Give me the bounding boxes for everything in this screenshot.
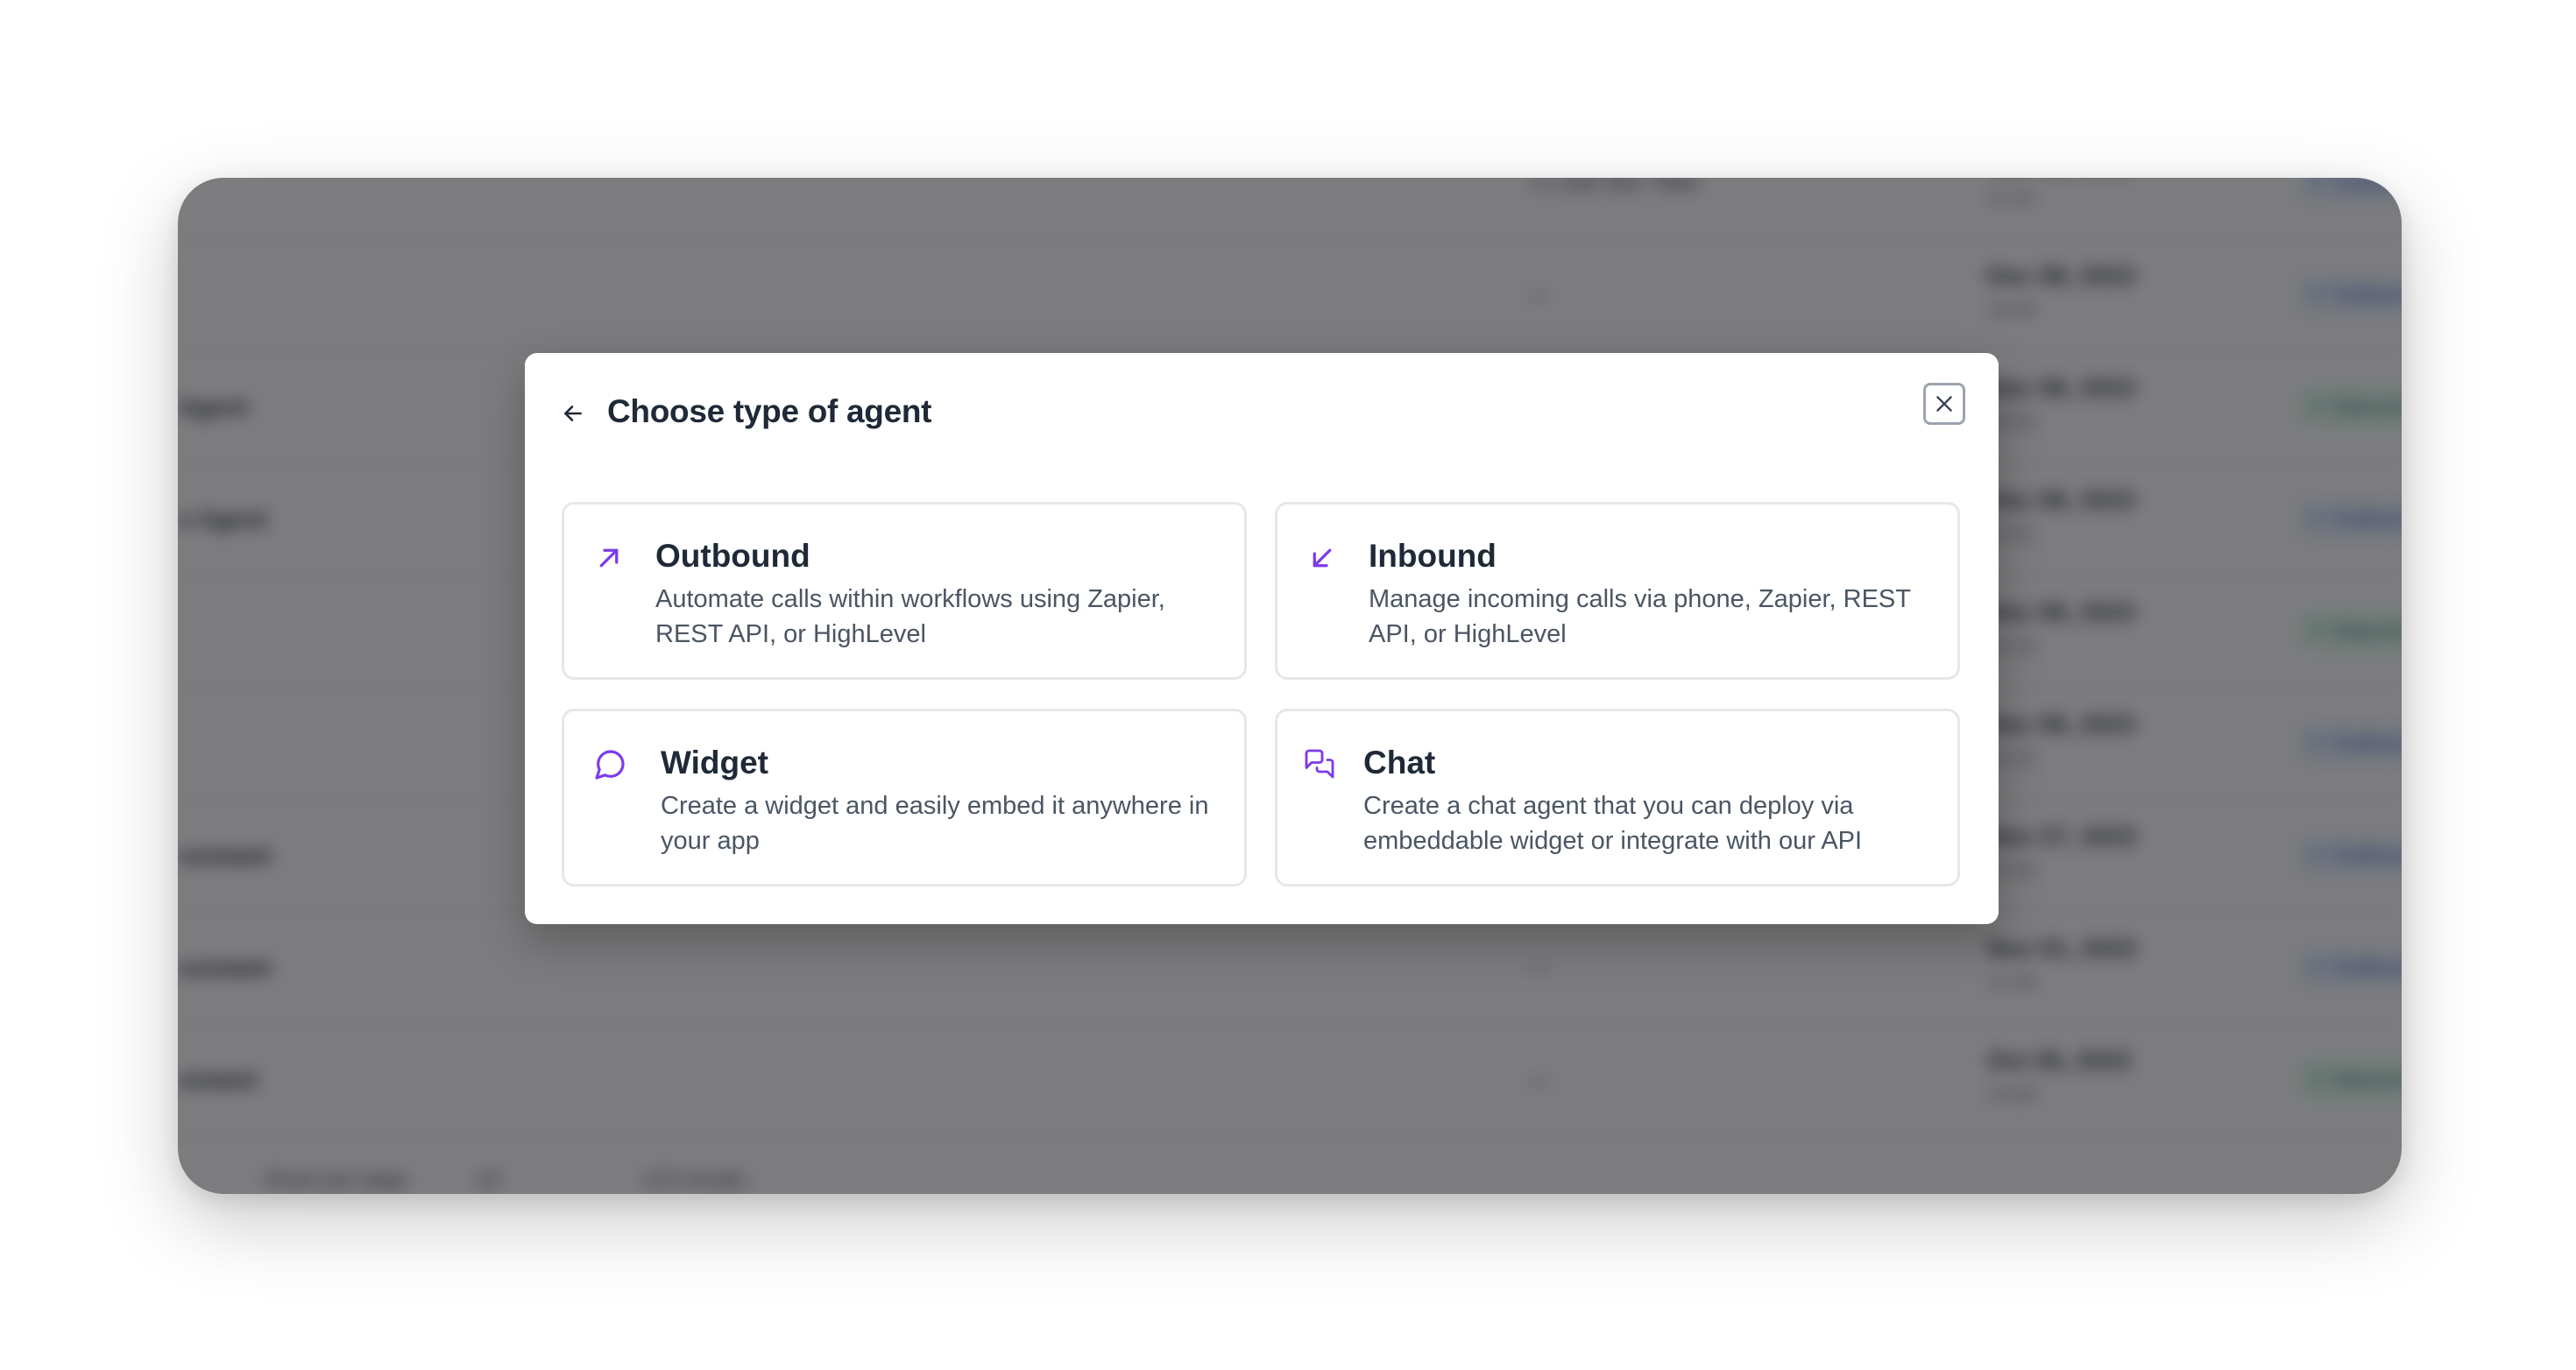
arrow-down-left-icon xyxy=(1309,545,1344,580)
messages-icon xyxy=(1304,748,1339,783)
choose-agent-type-dialog: Choose type of agent Outbound Automate c… xyxy=(525,353,1999,924)
app-window: +1 530 555 7680 Dec 10, 2023 11:22 Outbo… xyxy=(178,178,2402,1194)
arrow-left-icon xyxy=(564,406,582,421)
option-title: Widget xyxy=(661,745,768,780)
option-description: Manage incoming calls via phone, Zapier,… xyxy=(1369,585,1911,648)
close-icon xyxy=(1936,396,1952,412)
message-circle-icon xyxy=(592,745,627,780)
option-description: Automate calls within workflows using Za… xyxy=(655,585,1165,648)
close-button[interactable] xyxy=(1923,383,1965,425)
back-button[interactable] xyxy=(558,399,588,428)
arrow-up-right-icon xyxy=(596,545,631,580)
option-chat[interactable]: Chat Create a chat agent that you can de… xyxy=(1275,709,1960,886)
option-widget[interactable]: Widget Create a widget and easily embed … xyxy=(562,709,1247,886)
option-title: Inbound xyxy=(1369,538,1497,574)
option-inbound[interactable]: Inbound Manage incoming calls via phone,… xyxy=(1275,502,1960,680)
option-outbound[interactable]: Outbound Automate calls within workflows… xyxy=(562,502,1247,680)
dialog-title: Choose type of agent xyxy=(607,393,932,429)
option-description: Create a widget and easily embed it anyw… xyxy=(661,792,1209,855)
option-title: Chat xyxy=(1363,745,1436,780)
option-title: Outbound xyxy=(655,538,810,574)
option-description: Create a chat agent that you can deploy … xyxy=(1363,792,1863,855)
